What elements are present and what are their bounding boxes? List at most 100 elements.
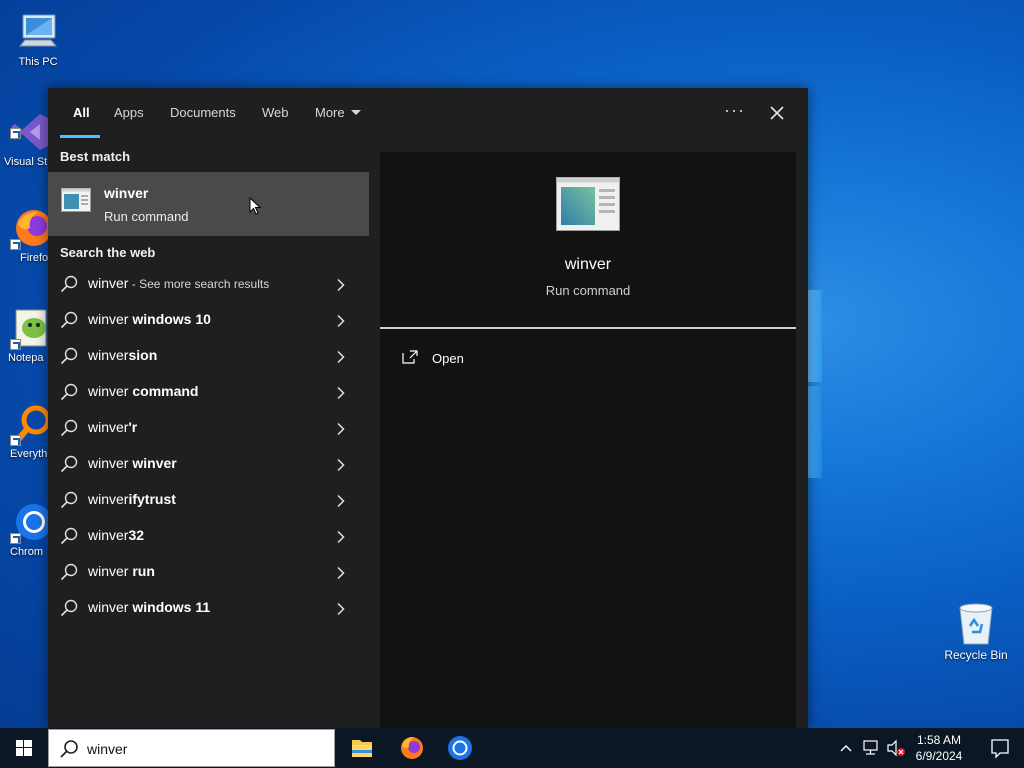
- suggestion-completion: winver: [128, 455, 177, 471]
- web-suggestion-item[interactable]: winver windows 11: [48, 590, 369, 626]
- notification-icon: [991, 739, 1009, 759]
- more-options-button[interactable]: ···: [724, 100, 745, 121]
- taskbar: winver 1:58 AM 6/9/2024: [0, 728, 1024, 768]
- suggestion-query: winver: [88, 311, 129, 327]
- search-icon: [60, 740, 78, 758]
- recycle-bin-icon: [959, 603, 993, 645]
- search-icon: [60, 419, 78, 437]
- open-icon: [402, 350, 418, 364]
- web-suggestion-text: winver command: [88, 383, 198, 399]
- taskbar-search-box[interactable]: winver: [48, 729, 335, 767]
- web-suggestion-text: winver run: [88, 563, 155, 579]
- web-suggestion-text: winverifytrust: [88, 491, 176, 507]
- tab-web[interactable]: Web: [262, 105, 289, 120]
- shortcut-arrow-icon: [10, 128, 21, 139]
- web-suggestion-item[interactable]: winver command: [48, 374, 369, 410]
- open-action-label: Open: [432, 351, 464, 366]
- suggestion-completion: command: [128, 383, 199, 399]
- desktop-icon-this-pc[interactable]: This PC: [2, 10, 74, 68]
- tab-all[interactable]: All: [73, 105, 90, 120]
- action-center-button[interactable]: [976, 728, 1024, 768]
- run-command-icon: [61, 188, 91, 212]
- suggestion-query: winver: [88, 455, 129, 471]
- tab-more-label: More: [315, 105, 345, 120]
- results-list: Best match winver Run command Search the…: [48, 140, 369, 728]
- web-suggestion-item[interactable]: winversion: [48, 338, 369, 374]
- file-explorer-button[interactable]: [338, 728, 386, 768]
- suggestion-query: winver: [88, 383, 129, 399]
- chevron-right-icon: [337, 386, 345, 400]
- web-suggestion-text: winver windows 11: [88, 599, 210, 615]
- suggestion-query: winver: [88, 563, 129, 579]
- desktop-icon-label: Recycle Bin: [944, 648, 1008, 662]
- close-icon[interactable]: [766, 102, 788, 124]
- best-match-subtitle: Run command: [104, 209, 189, 224]
- search-icon: [60, 311, 78, 329]
- firefox-icon: [401, 737, 423, 759]
- shortcut-arrow-icon: [10, 435, 21, 446]
- web-suggestion-item[interactable]: winver winver: [48, 446, 369, 482]
- web-suggestion-text: winver'r: [88, 419, 137, 435]
- web-suggestion-item[interactable]: winverifytrust: [48, 482, 369, 518]
- tab-documents[interactable]: Documents: [170, 105, 236, 120]
- web-suggestion-item[interactable]: winver32: [48, 518, 369, 554]
- suggestion-query: winver: [88, 527, 129, 543]
- wallpaper-light-beam: [806, 386, 822, 478]
- tab-apps[interactable]: Apps: [114, 105, 144, 120]
- chrome-taskbar-button[interactable]: [436, 728, 484, 768]
- desktop-icon-label: This PC: [18, 56, 58, 68]
- firefox-taskbar-button[interactable]: [388, 728, 436, 768]
- open-action[interactable]: Open: [400, 348, 520, 372]
- best-match-item[interactable]: winver Run command: [48, 172, 369, 236]
- suggestion-query: winver: [88, 347, 129, 363]
- chevron-right-icon: [337, 494, 345, 508]
- search-icon: [60, 527, 78, 545]
- search-panel: All Apps Documents Web More ··· Best mat…: [48, 88, 808, 728]
- preview-title: winver: [564, 256, 612, 273]
- clock-date: 6/9/2024: [915, 749, 963, 763]
- search-input[interactable]: winver: [87, 741, 127, 757]
- web-suggestion-text: winversion: [88, 347, 157, 363]
- suggestion-completion: 'r: [128, 419, 138, 435]
- shortcut-arrow-icon: [10, 533, 21, 544]
- chevron-right-icon: [337, 458, 345, 472]
- web-suggestion-text: winver - See more search results: [88, 275, 269, 291]
- preview-pane: winver Run command Open: [380, 152, 796, 728]
- volume-muted-icon[interactable]: [886, 739, 906, 757]
- search-icon: [60, 275, 78, 293]
- network-icon[interactable]: [862, 739, 882, 757]
- search-icon: [60, 599, 78, 617]
- search-web-heading: Search the web: [60, 245, 156, 260]
- chevron-up-icon[interactable]: [838, 740, 854, 756]
- chrome-icon: [448, 736, 472, 760]
- chevron-right-icon: [337, 422, 345, 436]
- chevron-right-icon: [337, 350, 345, 364]
- suggestion-query: winver: [88, 491, 129, 507]
- start-button[interactable]: [0, 728, 48, 768]
- web-suggestion-item[interactable]: winver - See more search results: [48, 266, 369, 302]
- suggestion-completion: run: [128, 563, 155, 579]
- tab-more[interactable]: More: [315, 105, 361, 120]
- taskbar-clock[interactable]: 1:58 AM 6/9/2024: [906, 732, 972, 764]
- preview-divider: [380, 327, 796, 329]
- mouse-cursor-icon: [249, 197, 261, 215]
- windows-logo-icon: [16, 740, 32, 756]
- shortcut-arrow-icon: [10, 339, 21, 350]
- web-suggestion-item[interactable]: winver'r: [48, 410, 369, 446]
- web-suggestion-text: winver winver: [88, 455, 177, 471]
- chevron-right-icon: [337, 314, 345, 328]
- suggestion-query: winver: [88, 275, 129, 291]
- chevron-right-icon: [337, 566, 345, 580]
- search-icon: [60, 347, 78, 365]
- file-explorer-icon: [352, 740, 372, 757]
- suggestion-completion: windows 11: [128, 599, 211, 615]
- this-pc-icon: [18, 14, 58, 47]
- suggestion-completion: windows 10: [128, 311, 211, 327]
- suggestion-hint: - See more search results: [128, 277, 270, 291]
- web-suggestion-item[interactable]: winver windows 10: [48, 302, 369, 338]
- desktop-icon-recycle-bin[interactable]: Recycle Bin: [940, 600, 1012, 662]
- caret-down-icon: [350, 110, 361, 115]
- web-suggestion-item[interactable]: winver run: [48, 554, 369, 590]
- best-match-name: winver: [104, 185, 149, 201]
- search-icon: [60, 383, 78, 401]
